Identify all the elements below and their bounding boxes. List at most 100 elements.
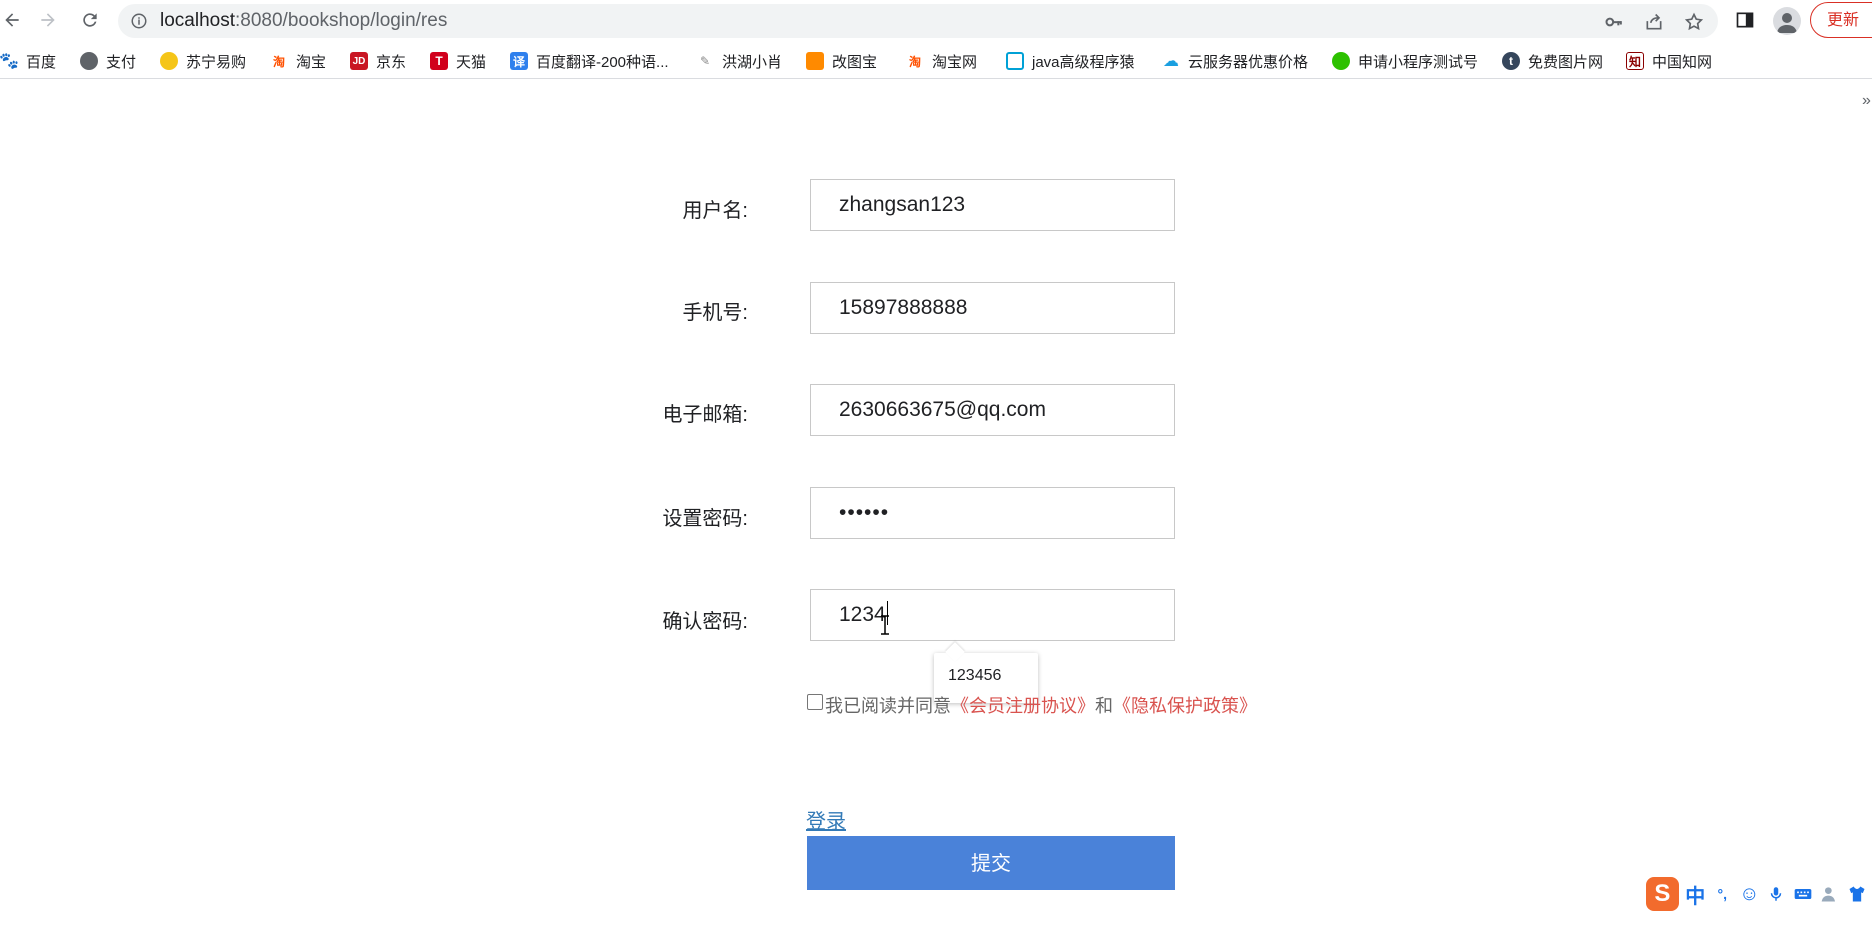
username-value: zhangsan123 (839, 193, 966, 216)
bookmarks-overflow-icon[interactable]: » (1862, 92, 1871, 110)
bookmark-taobao-net[interactable]: 淘淘宝网 (906, 51, 977, 71)
username-label: 用户名: (682, 200, 748, 222)
globe-icon (80, 52, 98, 70)
username-input[interactable]: zhangsan123 (810, 179, 1175, 231)
bookmark-label: 申请小程序测试号 (1358, 53, 1479, 71)
ime-mode-toggle[interactable]: 中 (1683, 881, 1708, 908)
agree-text: 我已阅读并同意 (825, 696, 951, 716)
bookmark-label: 苏宁易购 (186, 53, 247, 71)
phone-value: 15897888888 (839, 296, 968, 319)
password-label: 设置密码: (662, 508, 748, 530)
password-masked-value: •••••• (839, 501, 890, 524)
bookmarks-bar: 🐾 百度 支付 苏宁易购 淘淘宝 JD 京东 T 天猫 译百度翻译-200种语... … (0, 44, 1872, 109)
privacy-policy-link[interactable]: 《隐私保护政策》 (1113, 692, 1257, 718)
password-input[interactable]: •••••• (810, 487, 1175, 539)
agree-checkbox[interactable] (807, 694, 823, 710)
agree-and-text: 和 (1095, 696, 1113, 716)
site-info-icon[interactable] (130, 12, 148, 30)
update-button[interactable]: 更新 (1810, 2, 1872, 38)
bookmark-baidu-translate[interactable]: 译百度翻译-200种语... (510, 51, 669, 71)
forward-button[interactable] (36, 8, 60, 32)
user-settings-icon[interactable] (1818, 881, 1843, 907)
bookmark-honghu[interactable]: ✎ 洪湖小肖 (696, 51, 782, 71)
bookmark-label: java高级程序猿 (1032, 53, 1135, 71)
profile-avatar[interactable] (1773, 7, 1801, 35)
address-bar[interactable]: localhost:8080/bookshop/login/res (118, 4, 1718, 38)
bookmark-label: 京东 (376, 53, 407, 71)
jd-icon: JD (350, 52, 368, 70)
reload-icon (83, 13, 97, 27)
phone-label: 手机号: (682, 302, 748, 324)
bookmark-baidu[interactable]: 🐾 百度 (0, 51, 56, 71)
agreement-row: 我已阅读并同意 《会员注册协议》 和 《隐私保护政策》 (807, 692, 1257, 718)
bookmark-suning[interactable]: 苏宁易购 (160, 51, 246, 71)
bookmark-gaitubao[interactable]: 改图宝 (806, 51, 877, 71)
bookmark-miniprogram[interactable]: 申请小程序测试号 (1332, 51, 1478, 71)
side-panel-icon[interactable] (1734, 9, 1756, 31)
taobao-icon: 淘 (908, 54, 921, 69)
ibeam-cursor-icon (881, 615, 889, 635)
login-link[interactable]: 登录 (806, 805, 846, 834)
gaitubao-icon (806, 52, 824, 70)
confirm-password-value: 1234 (839, 603, 886, 626)
url-path: :8080/bookshop/login/res (235, 10, 448, 31)
confirm-password-input[interactable]: 1234 (810, 589, 1175, 641)
sogou-logo-icon[interactable]: S (1646, 877, 1679, 911)
forward-arrow-icon (41, 13, 55, 27)
cloud-icon: ☁ (1163, 53, 1179, 70)
bookmark-label: 淘宝网 (932, 53, 978, 71)
bookmark-label: 天猫 (456, 53, 487, 71)
browser-toolbar: localhost:8080/bookshop/login/res 更新 (0, 0, 1872, 42)
phone-input[interactable]: 15897888888 (810, 282, 1175, 334)
reload-button[interactable] (78, 8, 102, 32)
bilibili-icon (1006, 52, 1024, 70)
back-arrow-icon (5, 13, 19, 27)
autocomplete-option[interactable]: 123456 (948, 667, 1001, 685)
baidu-paw-icon: 🐾 (0, 53, 19, 70)
microphone-icon[interactable] (1764, 881, 1789, 907)
bookmark-label: 百度翻译-200种语... (536, 53, 669, 71)
dropdown-pointer (945, 642, 965, 662)
email-input[interactable]: 2630663675@qq.com (810, 384, 1175, 436)
bookmark-star-icon[interactable] (1684, 12, 1704, 32)
skin-shirt-icon[interactable] (1845, 881, 1870, 907)
taobao-icon: 淘 (272, 54, 285, 69)
bookmark-label: 支付 (106, 53, 137, 71)
bookmark-label: 免费图片网 (1528, 53, 1604, 71)
tmall-icon: T (430, 52, 448, 70)
emoji-icon[interactable]: ☺ (1737, 881, 1762, 907)
share-icon[interactable] (1644, 12, 1664, 32)
bookmark-bilibili[interactable]: java高级程序猿 (1006, 51, 1135, 71)
bookmark-label: 云服务器优惠价格 (1188, 53, 1309, 71)
feather-icon: ✎ (699, 54, 711, 68)
confirm-password-label: 确认密码: (662, 611, 748, 633)
tumblr-icon: t (1502, 52, 1520, 70)
suning-lion-icon (160, 52, 178, 70)
bookmark-label: 百度 (26, 53, 57, 71)
bookmark-free-images[interactable]: t 免费图片网 (1502, 51, 1603, 71)
email-label: 电子邮箱: (662, 404, 748, 426)
url-host: localhost (160, 10, 235, 31)
member-agreement-link[interactable]: 《会员注册协议》 (951, 692, 1095, 718)
bookmark-cloud[interactable]: ☁ 云服务器优惠价格 (1162, 51, 1308, 71)
person-icon (1777, 13, 1797, 33)
bookmark-zhifu[interactable]: 支付 (80, 51, 136, 71)
ime-toolbar: S 中 °, ☺ (1646, 874, 1872, 914)
url-text[interactable]: localhost:8080/bookshop/login/res (160, 10, 447, 32)
wechat-icon (1332, 52, 1350, 70)
update-label: 更新 (1827, 12, 1860, 29)
bookmark-tmall[interactable]: T 天猫 (430, 51, 486, 71)
submit-button[interactable]: 提交 (807, 836, 1175, 890)
keyboard-icon[interactable] (1791, 881, 1816, 907)
ime-punctuation-toggle[interactable]: °, (1710, 881, 1735, 907)
bookmark-label: 中国知网 (1652, 53, 1713, 71)
bookmark-taobao[interactable]: 淘淘宝 (270, 51, 326, 71)
bookmark-cnki[interactable]: 知中国知网 (1626, 51, 1712, 71)
bookmark-label: 洪湖小肖 (722, 53, 783, 71)
password-key-icon[interactable] (1604, 12, 1624, 32)
bookmark-label: 淘宝 (296, 53, 327, 71)
bookmark-label: 改图宝 (832, 53, 878, 71)
cnki-icon: 知 (1626, 52, 1644, 70)
back-button[interactable] (0, 8, 24, 32)
bookmark-jd[interactable]: JD 京东 (350, 51, 406, 71)
